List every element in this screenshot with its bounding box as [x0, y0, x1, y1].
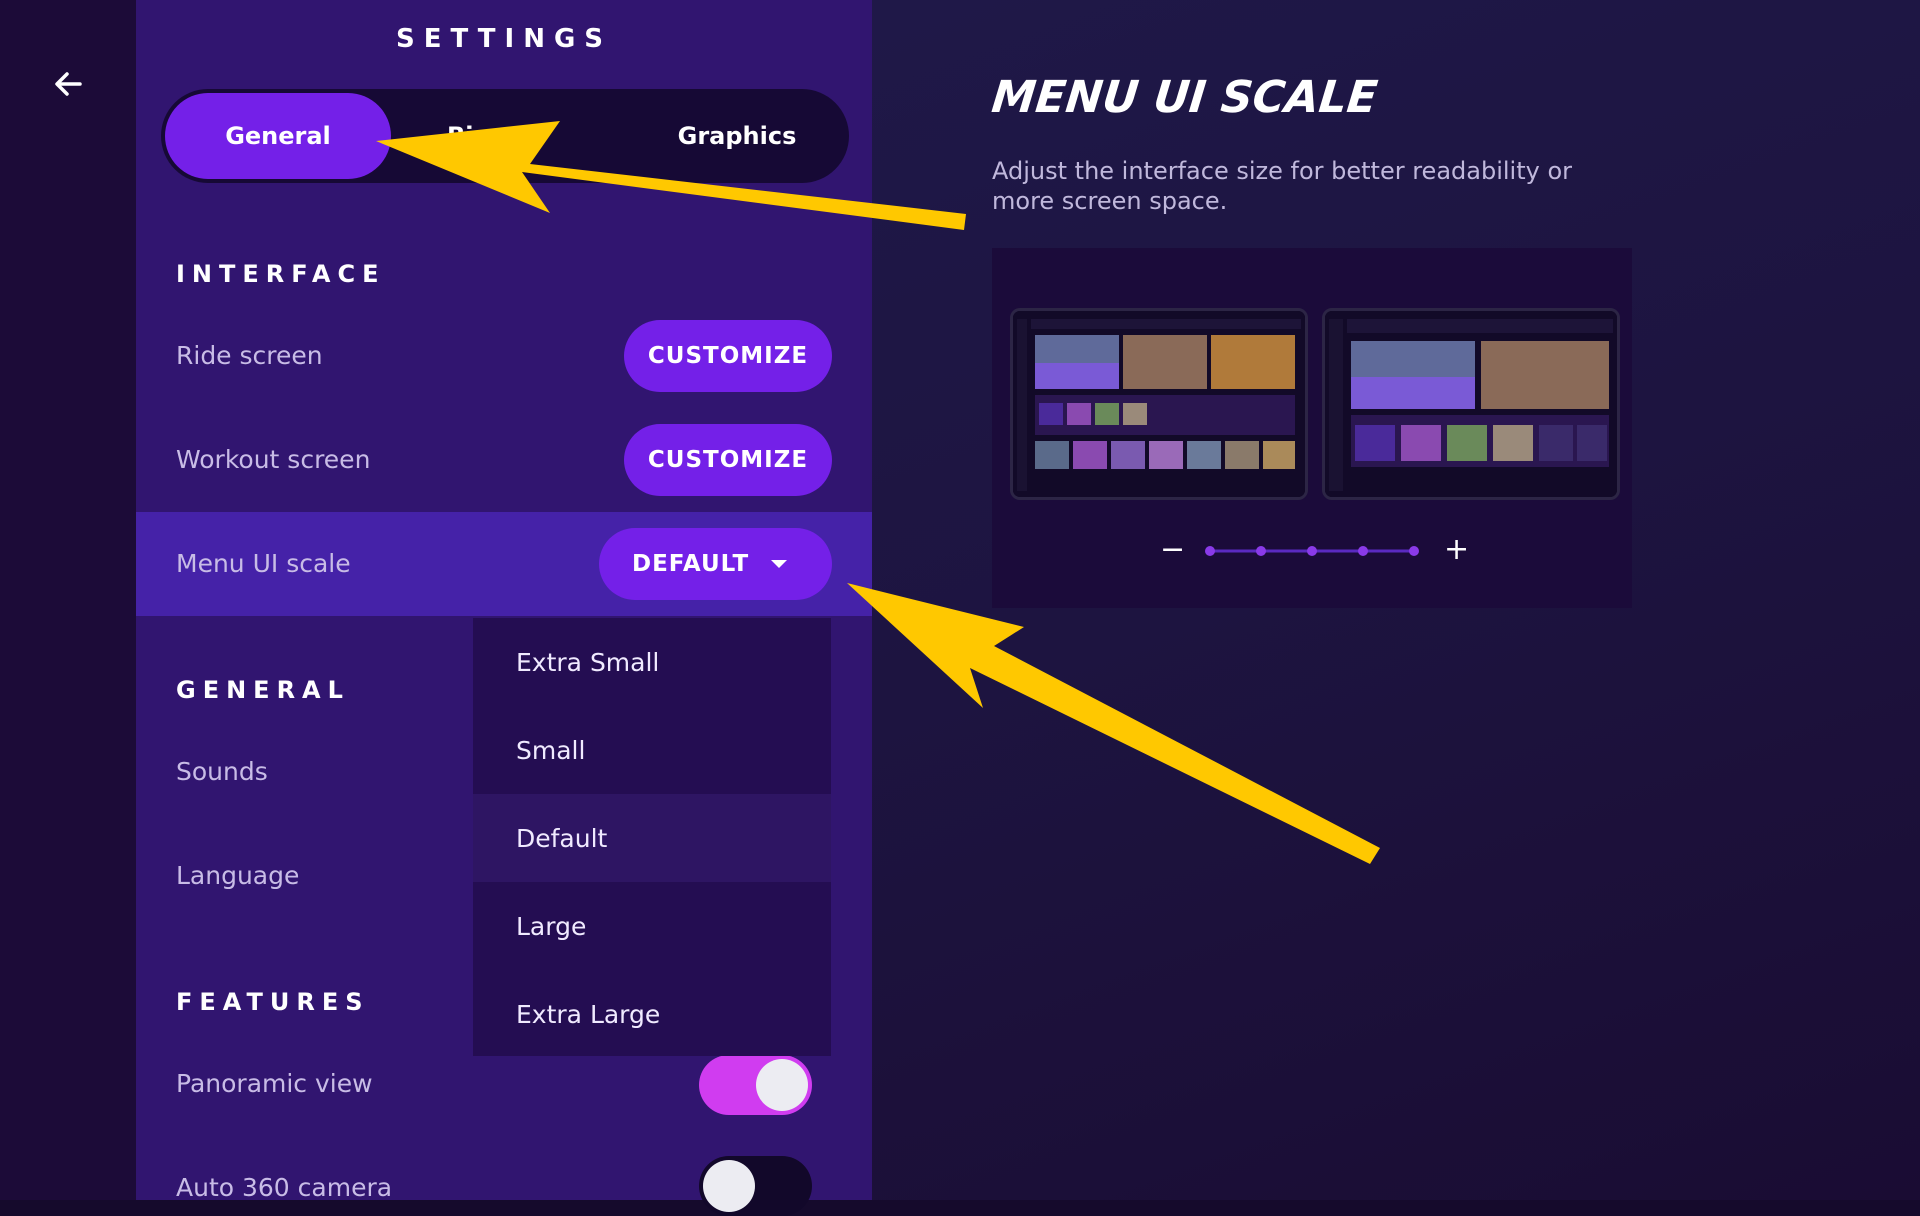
dropdown-option-default[interactable]: Default: [473, 794, 831, 882]
scale-step-1[interactable]: [1205, 546, 1215, 556]
menu-ui-scale-label: Menu UI scale: [176, 549, 351, 578]
menu-ui-scale-value: DEFAULT: [632, 551, 750, 577]
back-button[interactable]: [46, 62, 90, 106]
preview-device-large: [1322, 308, 1620, 500]
workout-screen-customize-button[interactable]: CUSTOMIZE: [624, 424, 832, 496]
ride-screen-customize-button[interactable]: CUSTOMIZE: [624, 320, 832, 392]
dropdown-option-small[interactable]: Small: [473, 706, 831, 794]
workout-screen-label: Workout screen: [176, 445, 371, 474]
section-heading-interface: INTERFACE: [176, 260, 386, 288]
auto-360-camera-toggle[interactable]: [699, 1156, 812, 1216]
auto-360-camera-label: Auto 360 camera: [176, 1173, 393, 1202]
page-title: SETTINGS: [395, 24, 613, 54]
dropdown-option-extra-small[interactable]: Extra Small: [473, 618, 831, 706]
panoramic-view-label: Panoramic view: [176, 1069, 373, 1098]
section-heading-general: GENERAL: [176, 676, 350, 704]
scale-step-5[interactable]: [1409, 546, 1419, 556]
preview-image: − +: [992, 248, 1632, 608]
tab-general[interactable]: General: [165, 93, 391, 179]
left-rail: [0, 0, 136, 1200]
scale-plus-button[interactable]: +: [1444, 532, 1469, 567]
scale-track[interactable]: [1204, 544, 1420, 558]
preview-description: Adjust the interface size for better rea…: [992, 157, 1572, 215]
ride-screen-label: Ride screen: [176, 341, 323, 370]
arrow-left-icon: [55, 72, 82, 96]
language-label: Language: [176, 861, 300, 890]
scale-step-2[interactable]: [1256, 546, 1266, 556]
tab-bar: General Bi Graphics: [161, 89, 849, 183]
scale-minus-button[interactable]: −: [1160, 532, 1185, 567]
toggle-knob: [756, 1059, 808, 1111]
scale-step-3[interactable]: [1307, 546, 1317, 556]
menu-ui-scale-dropdown-list: Extra Small Small Default Large Extra La…: [473, 618, 831, 1056]
scale-step-4[interactable]: [1358, 546, 1368, 556]
panoramic-view-toggle[interactable]: [699, 1055, 812, 1115]
tab-graphics[interactable]: Graphics: [627, 93, 847, 179]
section-heading-features: FEATURES: [176, 988, 370, 1016]
preview-device-small: [1010, 308, 1308, 500]
preview-title: MENU UI SCALE: [989, 72, 1380, 123]
toggle-knob: [703, 1160, 755, 1212]
menu-ui-scale-dropdown[interactable]: DEFAULT: [599, 528, 832, 600]
caret-down-icon: [771, 560, 787, 568]
sounds-label: Sounds: [176, 757, 268, 786]
dropdown-option-extra-large[interactable]: Extra Large: [473, 970, 831, 1058]
dropdown-option-large[interactable]: Large: [473, 882, 831, 970]
tab-bike[interactable]: Bi: [447, 93, 587, 179]
ui-scale-slider[interactable]: − +: [992, 532, 1632, 567]
